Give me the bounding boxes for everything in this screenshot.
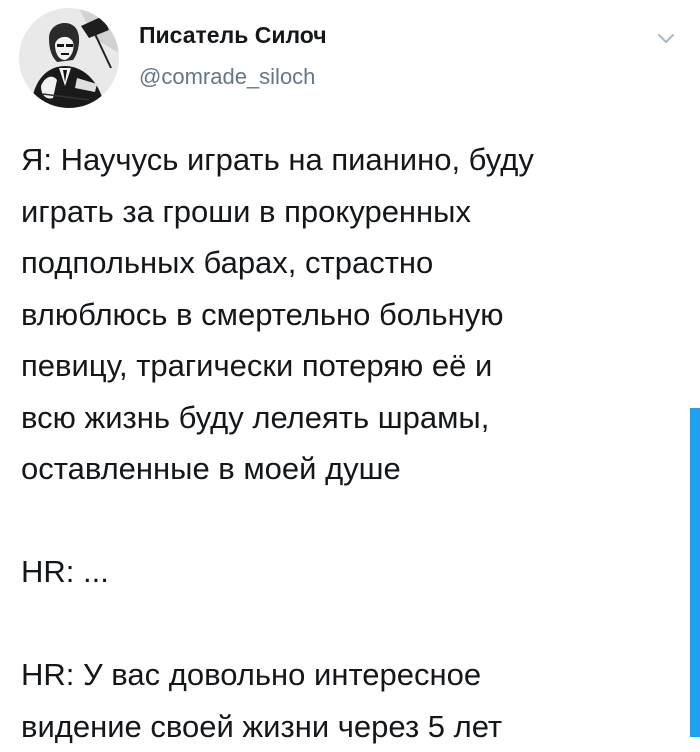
tweet-text-line: HR: ... xyxy=(21,546,686,598)
tweet-text-blank-line xyxy=(21,495,686,547)
tweet-text-line: влюблюсь в смертельно больную xyxy=(21,289,686,341)
tweet-card: Писатель Силоч @comrade_siloch Я: Научус… xyxy=(0,0,700,737)
tweet-text-line: играть за гроши в прокуренных xyxy=(21,186,686,238)
tweet-text-line: видение своей жизни через 5 лет xyxy=(21,701,686,752)
tweet-text-blank-line xyxy=(21,598,686,650)
chevron-down-icon[interactable] xyxy=(652,24,680,52)
tweet-text-line: подпольных барах, страстно xyxy=(21,237,686,289)
tweet-text-line: HR: У вас довольно интересное xyxy=(21,649,686,701)
author-display-name[interactable]: Писатель Силоч xyxy=(139,22,327,49)
tweet-text: Я: Научусь играть на пианино, буду играт… xyxy=(21,134,686,752)
author-handle[interactable]: @comrade_siloch xyxy=(139,64,315,90)
avatar[interactable] xyxy=(19,8,119,108)
noir-portrait-avatar-icon xyxy=(19,8,119,108)
tweet-text-line: всю жизнь буду лелеять шрамы, xyxy=(21,392,686,444)
tweet-text-line: Я: Научусь играть на пианино, буду xyxy=(21,134,686,186)
scrollbar[interactable] xyxy=(690,408,700,737)
tweet-text-line: оставленные в моей душе xyxy=(21,443,686,495)
tweet-text-line: певицу, трагически потеряю её и xyxy=(21,340,686,392)
